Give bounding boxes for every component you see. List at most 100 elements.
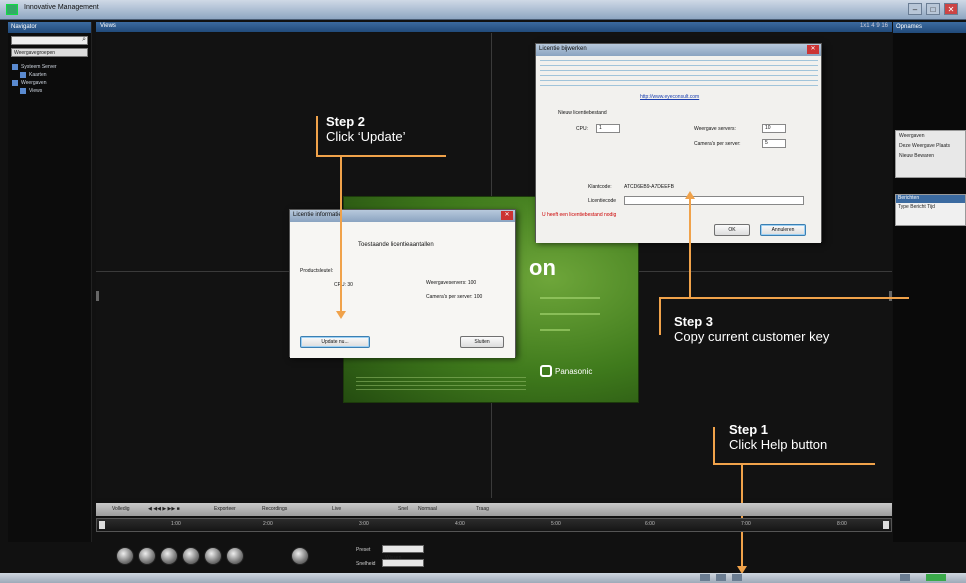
- close-icon[interactable]: ✕: [807, 45, 819, 54]
- maximize-button[interactable]: □: [926, 3, 940, 15]
- tree-item-label: Views: [29, 88, 43, 94]
- live-button[interactable]: Live: [332, 506, 341, 512]
- views-title: Views: [100, 23, 116, 29]
- splash-line: [540, 297, 600, 299]
- preset-label: Preset: [356, 547, 371, 553]
- timeline-end-handle[interactable]: [883, 521, 889, 529]
- preset-select[interactable]: Wissen: [382, 545, 424, 561]
- ptz-button[interactable]: [116, 547, 134, 565]
- license-link[interactable]: http://www.eyeconsult.com: [640, 94, 699, 100]
- cameras-field[interactable]: 5: [762, 139, 786, 148]
- timeline-tick: 3:00: [359, 521, 369, 527]
- ptz-button[interactable]: [204, 547, 222, 565]
- step1-text: Click Help button: [729, 437, 828, 452]
- timeline-bar[interactable]: 1:00 2:00 3:00 4:00 5:00 6:00 7:00 8:00: [96, 518, 892, 532]
- view-group-select[interactable]: Weergavegroepen: [11, 48, 88, 57]
- servers-field[interactable]: 10: [762, 124, 786, 133]
- step3-arrow-head: [685, 191, 695, 199]
- server-icon: [12, 64, 18, 70]
- recordings-button[interactable]: Recordings: [262, 506, 287, 512]
- messages-columns: Type Bericht Tijd: [898, 204, 935, 210]
- close-button[interactable]: ✕: [944, 3, 958, 15]
- mode-button[interactable]: Volledig: [112, 506, 130, 512]
- grid-handle[interactable]: [889, 291, 892, 301]
- servers-value: 10: [765, 125, 771, 131]
- timeline-tick: 2:00: [263, 521, 273, 527]
- views-header: Views 1x1 4 9 16: [96, 22, 892, 32]
- ptz-button[interactable]: [226, 547, 244, 565]
- search-input[interactable]: ⌕: [11, 36, 88, 45]
- map-icon: [20, 72, 26, 78]
- step3-annotation: Step 3 Copy current customer key: [674, 314, 829, 344]
- splash-logo: on: [529, 255, 556, 280]
- tree-item[interactable]: Views: [8, 87, 91, 95]
- navigator-tree: Systeem Server Kaarten Weergaven Views: [8, 63, 91, 95]
- export-button[interactable]: Exporteer: [214, 506, 236, 512]
- new-license-label: Nieuw licentiebestand: [558, 110, 607, 116]
- splash-text: [356, 377, 526, 391]
- ptz-home-button[interactable]: [291, 547, 309, 565]
- timeline-start-handle[interactable]: [99, 521, 105, 529]
- tree-item[interactable]: Kaarten: [8, 71, 91, 79]
- update-button[interactable]: Update nu...: [300, 336, 370, 348]
- timeline-tick: 5:00: [551, 521, 561, 527]
- tree-item-label: Weergaven: [21, 80, 47, 86]
- views-box: Weergaven Deze Weergave Plaats Nieuw Bew…: [895, 130, 966, 178]
- servers-label: Weergave servers:: [694, 126, 736, 132]
- step2-text: Click ‘Update’: [326, 129, 406, 144]
- grid-handle[interactable]: [96, 291, 99, 301]
- right-panel: Opnames Weergaven Deze Weergave Plaats N…: [893, 22, 966, 542]
- cancel-button[interactable]: Annuleren: [760, 224, 806, 236]
- customer-key-value[interactable]: ATCD6EB9-A7DEEFB: [624, 184, 674, 190]
- new-button[interactable]: Nieuw: [899, 153, 913, 159]
- playback-controls[interactable]: ◀ ◀◀ ▶ ▶▶ ■: [148, 506, 180, 512]
- cpu-value: 1: [599, 125, 602, 131]
- step1-annotation: Step 1 Click Help button: [729, 422, 827, 452]
- tray-icon[interactable]: [900, 574, 910, 581]
- save-button[interactable]: Bewaren: [914, 153, 934, 159]
- timeline-tick: 7:00: [741, 521, 751, 527]
- step3-topline: [659, 297, 909, 299]
- tree-item[interactable]: Weergaven: [8, 79, 91, 87]
- status-tray-icon[interactable]: [926, 574, 946, 581]
- layout-buttons[interactable]: 1x1 4 9 16: [860, 23, 888, 29]
- step2-arrow-line: [340, 156, 342, 312]
- window-titlebar: Innovative Management – □ ✕: [0, 0, 966, 20]
- ptz-button[interactable]: [182, 547, 200, 565]
- messages-header: Berichten: [896, 195, 965, 203]
- speed-field[interactable]: [382, 559, 424, 567]
- tray-icon[interactable]: [700, 574, 710, 581]
- close-dialog-button[interactable]: Sluiten: [460, 336, 504, 348]
- view-icon: [20, 88, 26, 94]
- search-icon[interactable]: ⌕: [82, 36, 86, 44]
- cpu-count: CPU: 30: [334, 282, 353, 288]
- timeline-tick: 8:00: [837, 521, 847, 527]
- ptz-button[interactable]: [160, 547, 178, 565]
- views-box-item[interactable]: Deze Weergave Plaats: [896, 141, 965, 151]
- tree-item[interactable]: Systeem Server: [8, 63, 91, 71]
- minimize-button[interactable]: –: [908, 3, 922, 15]
- cameras-value: 5: [765, 140, 768, 146]
- timeline-tick: 6:00: [645, 521, 655, 527]
- cpu-field[interactable]: 1: [596, 124, 620, 133]
- step3-arrow-line: [689, 198, 691, 298]
- navigator-header: Navigator: [8, 22, 91, 33]
- step2-annotation: Step 2 Click ‘Update’: [326, 114, 405, 144]
- normal-speed-button[interactable]: Normaal: [418, 506, 437, 512]
- ok-button[interactable]: OK: [714, 224, 750, 236]
- splash-line: [540, 313, 600, 315]
- license-code-input[interactable]: [624, 196, 804, 205]
- help-tray-icon[interactable]: [732, 574, 742, 581]
- close-icon[interactable]: ✕: [501, 211, 513, 220]
- navigator-panel: Navigator ⌕ Weergavegroepen Systeem Serv…: [8, 22, 92, 542]
- folder-icon: [12, 80, 18, 86]
- license-dialog-body: Toestaande licentieaantallen Productsleu…: [290, 222, 515, 358]
- slow-speed-button[interactable]: Traag: [476, 506, 489, 512]
- tray-icon[interactable]: [716, 574, 726, 581]
- license-dialog-title-text: Licentie informatie: [293, 212, 342, 218]
- ptz-button[interactable]: [138, 547, 156, 565]
- tree-item-label: Systeem Server: [21, 64, 57, 70]
- license-dialog-title: Licentie informatie ✕: [290, 210, 515, 222]
- taskbar: [0, 573, 966, 583]
- update-dialog-title: Licentie bijwerken ✕: [536, 44, 821, 56]
